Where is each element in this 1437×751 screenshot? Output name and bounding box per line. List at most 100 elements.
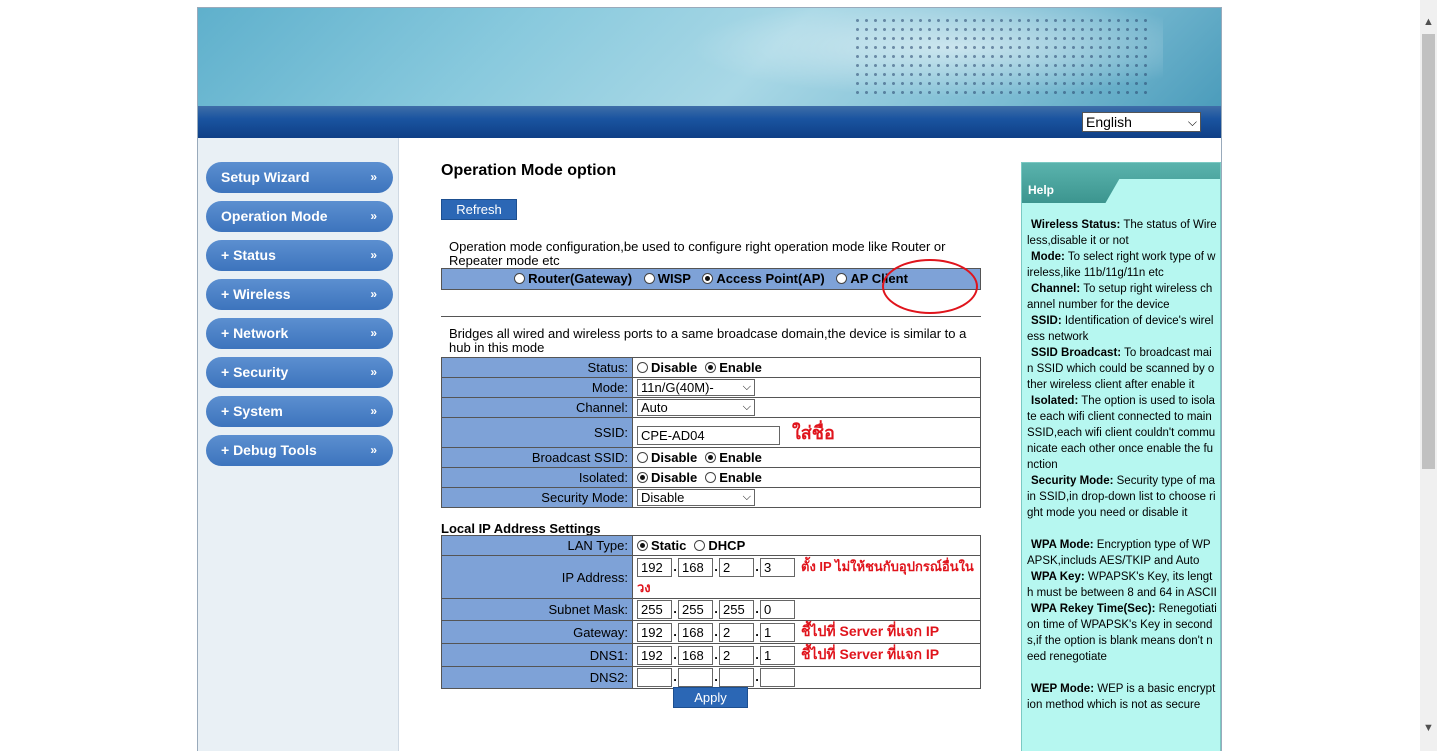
page-scrollbar[interactable]: ▲ ▼ (1420, 0, 1437, 751)
row-subnet-mask: Subnet Mask: 255. 255. 255. 0 (441, 598, 981, 622)
ssid-annotation: ใส่ชื่อ (792, 423, 835, 443)
dns2-octet-3[interactable] (719, 668, 754, 688)
radio-access-point-label: Access Point(AP) (716, 271, 825, 286)
ssid-label: SSID: (441, 417, 633, 448)
help-tab: Help (1022, 163, 1220, 209)
nav-operation-mode[interactable]: Operation Mode» (206, 201, 393, 232)
radio-wisp[interactable] (643, 273, 655, 284)
scroll-up-icon[interactable]: ▲ (1420, 16, 1437, 28)
broadcast-enable-radio[interactable] (705, 452, 717, 463)
header-banner (198, 8, 1221, 106)
broadcast-ssid-label: Broadcast SSID: (441, 447, 633, 468)
nav-setup-wizard[interactable]: Setup Wizard» (206, 162, 393, 193)
header-bar (198, 106, 1221, 138)
ip-octet-3[interactable]: 2 (719, 558, 754, 578)
refresh-button[interactable]: Refresh (441, 199, 517, 220)
dns1-octet-3[interactable]: 2 (719, 646, 754, 666)
dns1-octet-4[interactable]: 1 (760, 646, 795, 666)
dns2-label: DNS2: (441, 666, 633, 690)
radio-router[interactable] (514, 273, 526, 284)
mask-octet-2[interactable]: 255 (678, 600, 713, 620)
double-arrow-icon: » (370, 404, 377, 418)
gateway-octet-3[interactable]: 2 (719, 623, 754, 643)
help-entry: Mode: To select right work type of wirel… (1027, 251, 1216, 279)
nav-debug-tools[interactable]: + Debug Tools» (206, 435, 393, 466)
mask-octet-1[interactable]: 255 (637, 600, 672, 620)
sidebar: Setup Wizard» Operation Mode» + Status» … (198, 138, 399, 751)
ip-octet-4[interactable]: 3 (760, 558, 795, 578)
dns1-octet-1[interactable]: 192 (637, 646, 672, 666)
ip-octet-2[interactable]: 168 (678, 558, 713, 578)
dns1-label: DNS1: (441, 643, 633, 668)
nav-status[interactable]: + Status» (206, 240, 393, 271)
lan-section-title: Local IP Address Settings (441, 521, 601, 536)
security-mode-select[interactable]: Disable ⌵ (637, 489, 755, 507)
nav-wireless[interactable]: + Wireless» (206, 279, 393, 310)
double-arrow-icon: » (370, 326, 377, 340)
gateway-annotation: ชี้ไปที่ Server ที่แจก IP (801, 623, 940, 640)
radio-router-label: Router(Gateway) (528, 271, 633, 286)
double-arrow-icon: » (370, 443, 377, 457)
mask-octet-3[interactable]: 255 (719, 600, 754, 620)
scrollbar-thumb[interactable] (1422, 34, 1435, 469)
double-arrow-icon: » (370, 365, 377, 379)
language-select[interactable]: English ⌵ (1082, 112, 1201, 132)
operation-mode-description: Operation mode configuration,be used to … (449, 239, 946, 268)
ip-octet-1[interactable]: 192 (637, 558, 672, 578)
help-title: Help (1028, 183, 1055, 197)
help-entry: WPA Key: WPAPSK's Key, its length must b… (1027, 571, 1217, 599)
nav-network[interactable]: + Network» (206, 318, 393, 349)
row-broadcast-ssid: Broadcast SSID: Disable Enable (441, 447, 981, 468)
help-entry: Channel: To setup right wireless channel… (1027, 283, 1213, 311)
help-body: Wireless Status: The status of Wireless,… (1027, 217, 1217, 713)
gateway-octet-2[interactable]: 168 (678, 623, 713, 643)
chevron-down-icon: ⌵ (742, 401, 751, 414)
status-enable-radio[interactable] (705, 362, 717, 373)
dns1-octet-2[interactable]: 168 (678, 646, 713, 666)
ap-mode-description: Bridges all wired and wireless ports to … (449, 326, 967, 355)
gateway-octet-1[interactable]: 192 (637, 623, 672, 643)
row-dns2: DNS2: ... (441, 666, 981, 690)
help-entry: SSID: Identification of device's wireles… (1027, 315, 1214, 343)
mask-octet-4[interactable]: 0 (760, 600, 795, 620)
dns2-octet-1[interactable] (637, 668, 672, 688)
row-security-mode: Security Mode: Disable ⌵ (441, 487, 981, 508)
dot-pattern-graphic (853, 16, 1153, 96)
isolated-disable-radio[interactable] (637, 472, 648, 483)
scroll-down-icon[interactable]: ▼ (1420, 722, 1437, 734)
double-arrow-icon: » (370, 287, 377, 301)
apply-button[interactable]: Apply (673, 687, 748, 708)
row-isolated: Isolated: Disable Enable (441, 467, 981, 488)
radio-access-point[interactable] (702, 273, 714, 284)
chevron-down-icon: ⌵ (742, 381, 751, 394)
ip-address-label: IP Address: (441, 554, 633, 600)
status-disable-radio[interactable] (637, 362, 648, 373)
divider (441, 316, 981, 317)
double-arrow-icon: » (370, 170, 377, 184)
dns2-octet-2[interactable] (678, 668, 713, 688)
broadcast-disable-radio[interactable] (637, 452, 648, 463)
isolated-enable-radio[interactable] (705, 472, 717, 483)
dns2-octet-4[interactable] (760, 668, 795, 688)
wireless-settings-table: Status: Disable Enable Mode: 11n/G(40M)- ⌵… (441, 357, 981, 508)
nav-system[interactable]: + System» (206, 396, 393, 427)
double-arrow-icon: » (370, 209, 377, 223)
help-entry: Wireless Status: The status of Wireless,… (1027, 219, 1217, 247)
mode-label: Mode: (441, 377, 633, 398)
help-entry: Security Mode: Security type of main SSI… (1027, 475, 1216, 519)
help-entry: WPA Rekey Time(Sec): Renegotiation time … (1027, 603, 1217, 663)
chevron-down-icon: ⌵ (742, 491, 751, 504)
channel-select[interactable]: Auto ⌵ (637, 399, 755, 417)
lan-dhcp-radio[interactable] (694, 540, 706, 551)
gateway-octet-4[interactable]: 1 (760, 623, 795, 643)
help-entry: WPA Mode: Encryption type of WPAPSK,incl… (1027, 539, 1211, 567)
ssid-input[interactable]: CPE-AD04 (637, 426, 780, 446)
channel-label: Channel: (441, 397, 633, 418)
help-entry: Isolated: The option is used to isolate … (1027, 395, 1216, 471)
mode-select[interactable]: 11n/G(40M)- ⌵ (637, 379, 755, 397)
nav-security[interactable]: + Security» (206, 357, 393, 388)
row-ssid: SSID: CPE-AD04 ใส่ชื่อ (441, 417, 981, 448)
radio-ap-client[interactable] (836, 273, 848, 284)
lan-static-radio[interactable] (637, 540, 648, 551)
row-mode: Mode: 11n/G(40M)- ⌵ (441, 377, 981, 398)
